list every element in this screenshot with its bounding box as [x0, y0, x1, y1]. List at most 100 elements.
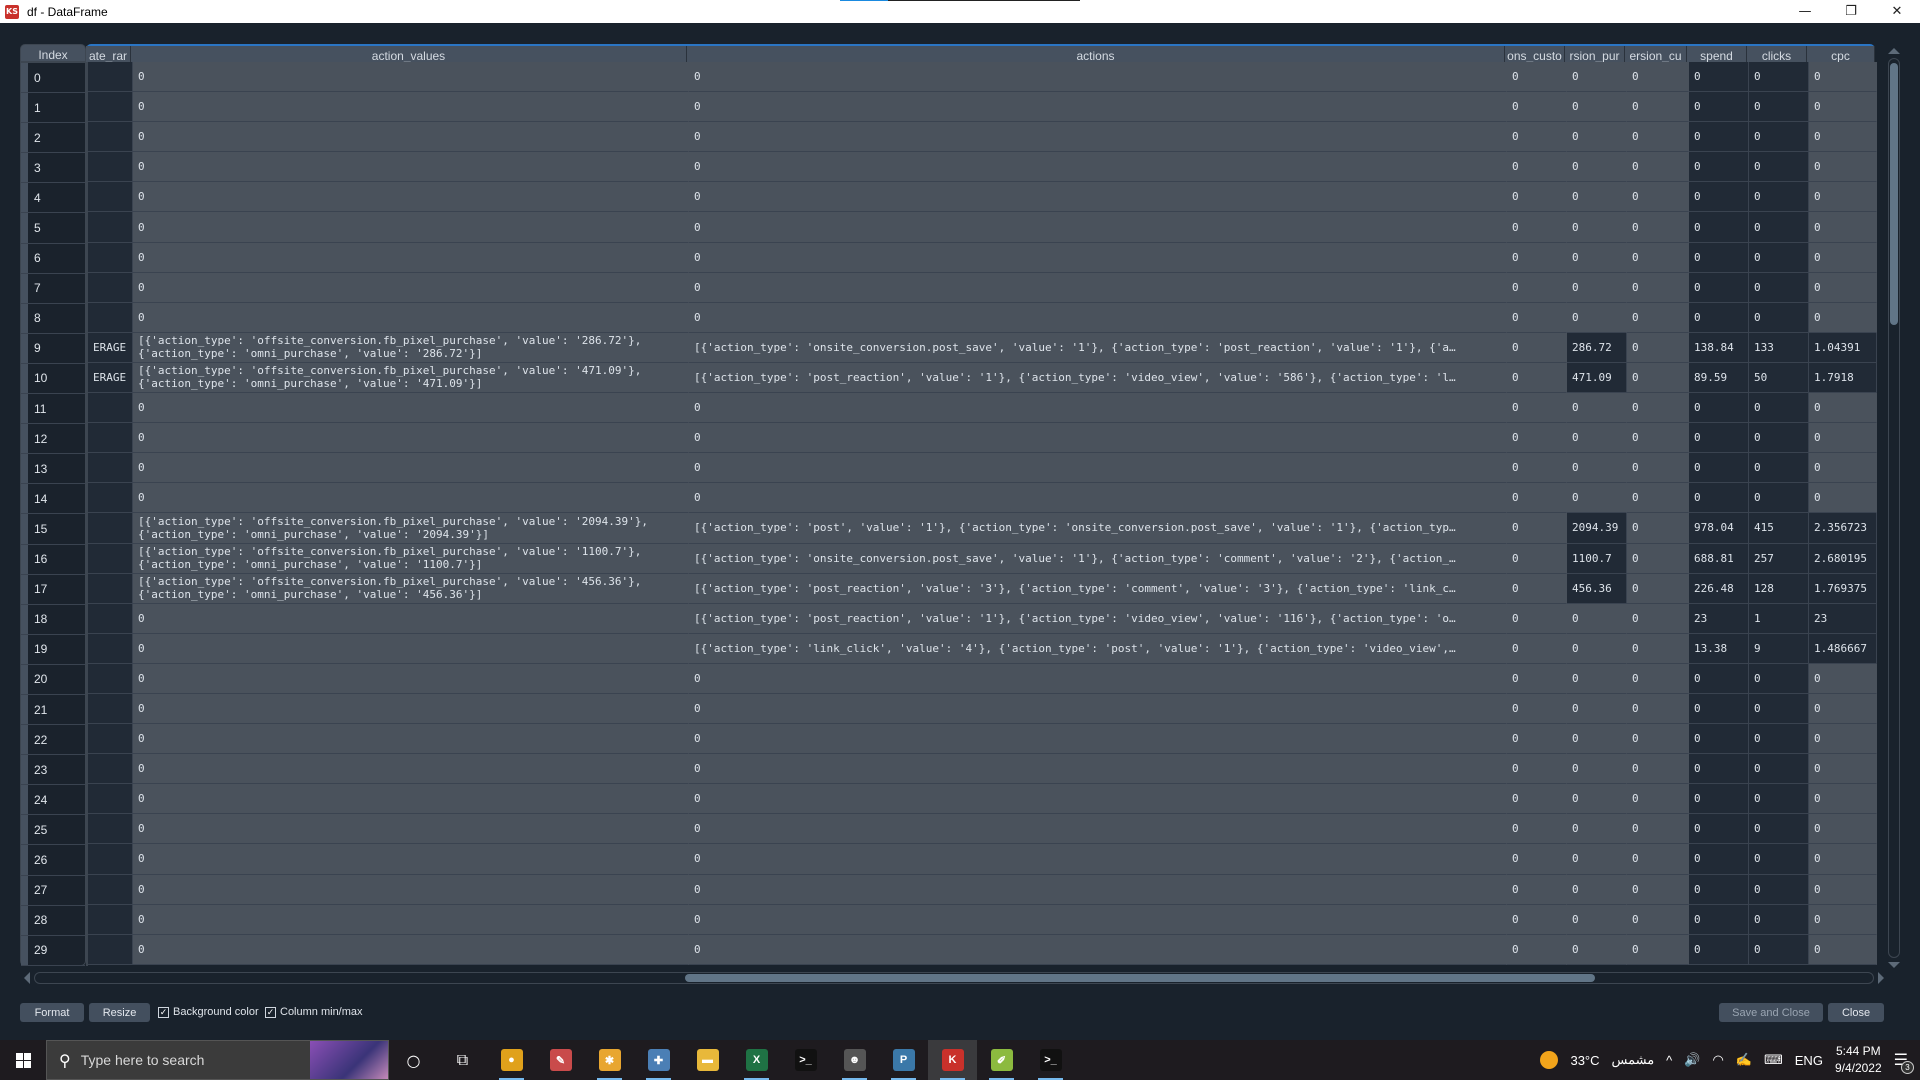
cell-ersion-cu[interactable]: 0: [1627, 814, 1689, 845]
table-row-index[interactable]: 8: [21, 303, 85, 334]
cell-ate-rar[interactable]: [88, 92, 133, 123]
table-row-index[interactable]: 6: [21, 243, 85, 274]
cell-rsion-pur[interactable]: 0: [1567, 182, 1627, 213]
cell-cpc[interactable]: 0: [1809, 182, 1877, 213]
cell-rsion-pur[interactable]: 456.36: [1567, 573, 1627, 604]
cell-ate-rar[interactable]: [88, 122, 133, 153]
cell-rsion-pur[interactable]: 0: [1567, 633, 1627, 664]
kite-spyder-taskbar-button[interactable]: K: [928, 1040, 977, 1080]
cell-ersion-cu[interactable]: 0: [1627, 693, 1689, 725]
cell-clicks[interactable]: 257: [1749, 543, 1809, 574]
cell-action-values[interactable]: [{'action_type': 'offsite_conversion.fb_…: [133, 543, 689, 574]
cell-ons-custo[interactable]: 0: [1507, 784, 1567, 815]
cell-ons-custo[interactable]: 0: [1507, 934, 1567, 965]
cell-spend[interactable]: 688.81: [1689, 543, 1749, 574]
cell-ons-custo[interactable]: 0: [1507, 874, 1567, 905]
cell-ate-rar[interactable]: [88, 152, 133, 183]
cell-actions[interactable]: 0: [689, 814, 1507, 845]
cell-action-values[interactable]: 0: [133, 212, 689, 243]
cell-spend[interactable]: 0: [1689, 212, 1749, 243]
cell-rsion-pur[interactable]: 2094.39: [1567, 513, 1627, 544]
cell-ate-rar[interactable]: ERAGE: [88, 332, 133, 363]
chrome-taskbar-button[interactable]: ●: [487, 1040, 536, 1080]
cell-actions[interactable]: [{'action_type': 'link_click', 'value': …: [689, 633, 1507, 664]
cell-ate-rar[interactable]: [88, 453, 133, 484]
cell-actions[interactable]: 0: [689, 122, 1507, 153]
cell-actions[interactable]: 0: [689, 663, 1507, 694]
cell-actions[interactable]: [{'action_type': 'post_reaction', 'value…: [689, 362, 1507, 394]
close-window-button[interactable]: ✕: [1874, 0, 1920, 23]
cell-clicks[interactable]: 0: [1749, 62, 1809, 93]
table-row-index[interactable]: 20: [21, 664, 85, 695]
cell-action-values[interactable]: [{'action_type': 'offsite_conversion.fb_…: [133, 362, 689, 394]
cell-clicks[interactable]: 0: [1749, 483, 1809, 514]
column-header-index[interactable]: Index: [20, 44, 86, 62]
table-row-index[interactable]: 1: [21, 93, 85, 124]
cell-rsion-pur[interactable]: 0: [1567, 122, 1627, 153]
volume-icon[interactable]: 🔊: [1684, 1052, 1700, 1068]
cell-actions[interactable]: 0: [689, 904, 1507, 935]
language-indicator[interactable]: ENG: [1795, 1053, 1823, 1068]
cell-clicks[interactable]: 0: [1749, 302, 1809, 333]
cell-spend[interactable]: 0: [1689, 242, 1749, 273]
cell-ons-custo[interactable]: 0: [1507, 603, 1567, 634]
cell-spend[interactable]: 0: [1689, 302, 1749, 333]
slack-taskbar-button[interactable]: ✱: [585, 1040, 634, 1080]
cell-actions[interactable]: 0: [689, 844, 1507, 875]
cell-cpc[interactable]: 0: [1809, 663, 1877, 694]
cell-ersion-cu[interactable]: 0: [1627, 393, 1689, 424]
cell-ersion-cu[interactable]: 0: [1627, 332, 1689, 363]
cell-clicks[interactable]: 50: [1749, 362, 1809, 394]
pen-icon[interactable]: ✍: [1736, 1052, 1752, 1068]
cell-ate-rar[interactable]: [88, 483, 133, 514]
cell-ate-rar[interactable]: [88, 242, 133, 273]
cell-ons-custo[interactable]: 0: [1507, 423, 1567, 454]
cell-clicks[interactable]: 133: [1749, 332, 1809, 363]
cell-action-values[interactable]: 0: [133, 272, 689, 303]
cell-ate-rar[interactable]: [88, 784, 133, 815]
weather-sun-icon[interactable]: [1540, 1051, 1559, 1069]
cell-actions[interactable]: 0: [689, 453, 1507, 484]
cell-ons-custo[interactable]: 0: [1507, 242, 1567, 273]
cell-actions[interactable]: 0: [689, 784, 1507, 815]
cell-cpc[interactable]: 0: [1809, 934, 1877, 965]
cell-action-values[interactable]: 0: [133, 784, 689, 815]
cell-cpc[interactable]: 2.356723: [1809, 513, 1877, 544]
cell-ate-rar[interactable]: [88, 393, 133, 424]
cell-rsion-pur[interactable]: 0: [1567, 302, 1627, 333]
background-color-checkbox[interactable]: ✓ Background color: [158, 1006, 259, 1018]
cell-ersion-cu[interactable]: 0: [1627, 242, 1689, 273]
cell-ersion-cu[interactable]: 0: [1627, 754, 1689, 785]
cell-clicks[interactable]: 0: [1749, 844, 1809, 875]
cell-cpc[interactable]: 0: [1809, 724, 1877, 755]
cell-clicks[interactable]: 128: [1749, 573, 1809, 604]
cell-spend[interactable]: 0: [1689, 152, 1749, 183]
weather-temp[interactable]: 33°C: [1570, 1053, 1599, 1068]
cell-spend[interactable]: 0: [1689, 724, 1749, 755]
cell-ate-rar[interactable]: [88, 693, 133, 725]
cell-ons-custo[interactable]: 0: [1507, 362, 1567, 394]
cell-ersion-cu[interactable]: 0: [1627, 182, 1689, 213]
close-button[interactable]: Close: [1828, 1003, 1884, 1022]
cell-ersion-cu[interactable]: 0: [1627, 62, 1689, 93]
cell-cpc[interactable]: 0: [1809, 423, 1877, 454]
cell-cpc[interactable]: 0: [1809, 874, 1877, 905]
cell-ons-custo[interactable]: 0: [1507, 212, 1567, 243]
cell-cpc[interactable]: 0: [1809, 242, 1877, 273]
cell-action-values[interactable]: 0: [133, 844, 689, 875]
cell-spend[interactable]: 0: [1689, 423, 1749, 454]
table-row-index[interactable]: 3: [21, 153, 85, 184]
cell-rsion-pur[interactable]: 0: [1567, 423, 1627, 454]
cell-spend[interactable]: 0: [1689, 693, 1749, 725]
table-row-index[interactable]: 5: [21, 213, 85, 244]
resize-button[interactable]: Resize: [89, 1003, 150, 1022]
cell-action-values[interactable]: 0: [133, 603, 689, 634]
cell-clicks[interactable]: 0: [1749, 122, 1809, 153]
cell-ons-custo[interactable]: 0: [1507, 904, 1567, 935]
cell-action-values[interactable]: 0: [133, 242, 689, 273]
table-row-index[interactable]: 17: [21, 574, 85, 605]
cell-ons-custo[interactable]: 0: [1507, 663, 1567, 694]
cell-clicks[interactable]: 0: [1749, 212, 1809, 243]
table-row-index[interactable]: 10: [21, 363, 85, 395]
cell-clicks[interactable]: 0: [1749, 182, 1809, 213]
